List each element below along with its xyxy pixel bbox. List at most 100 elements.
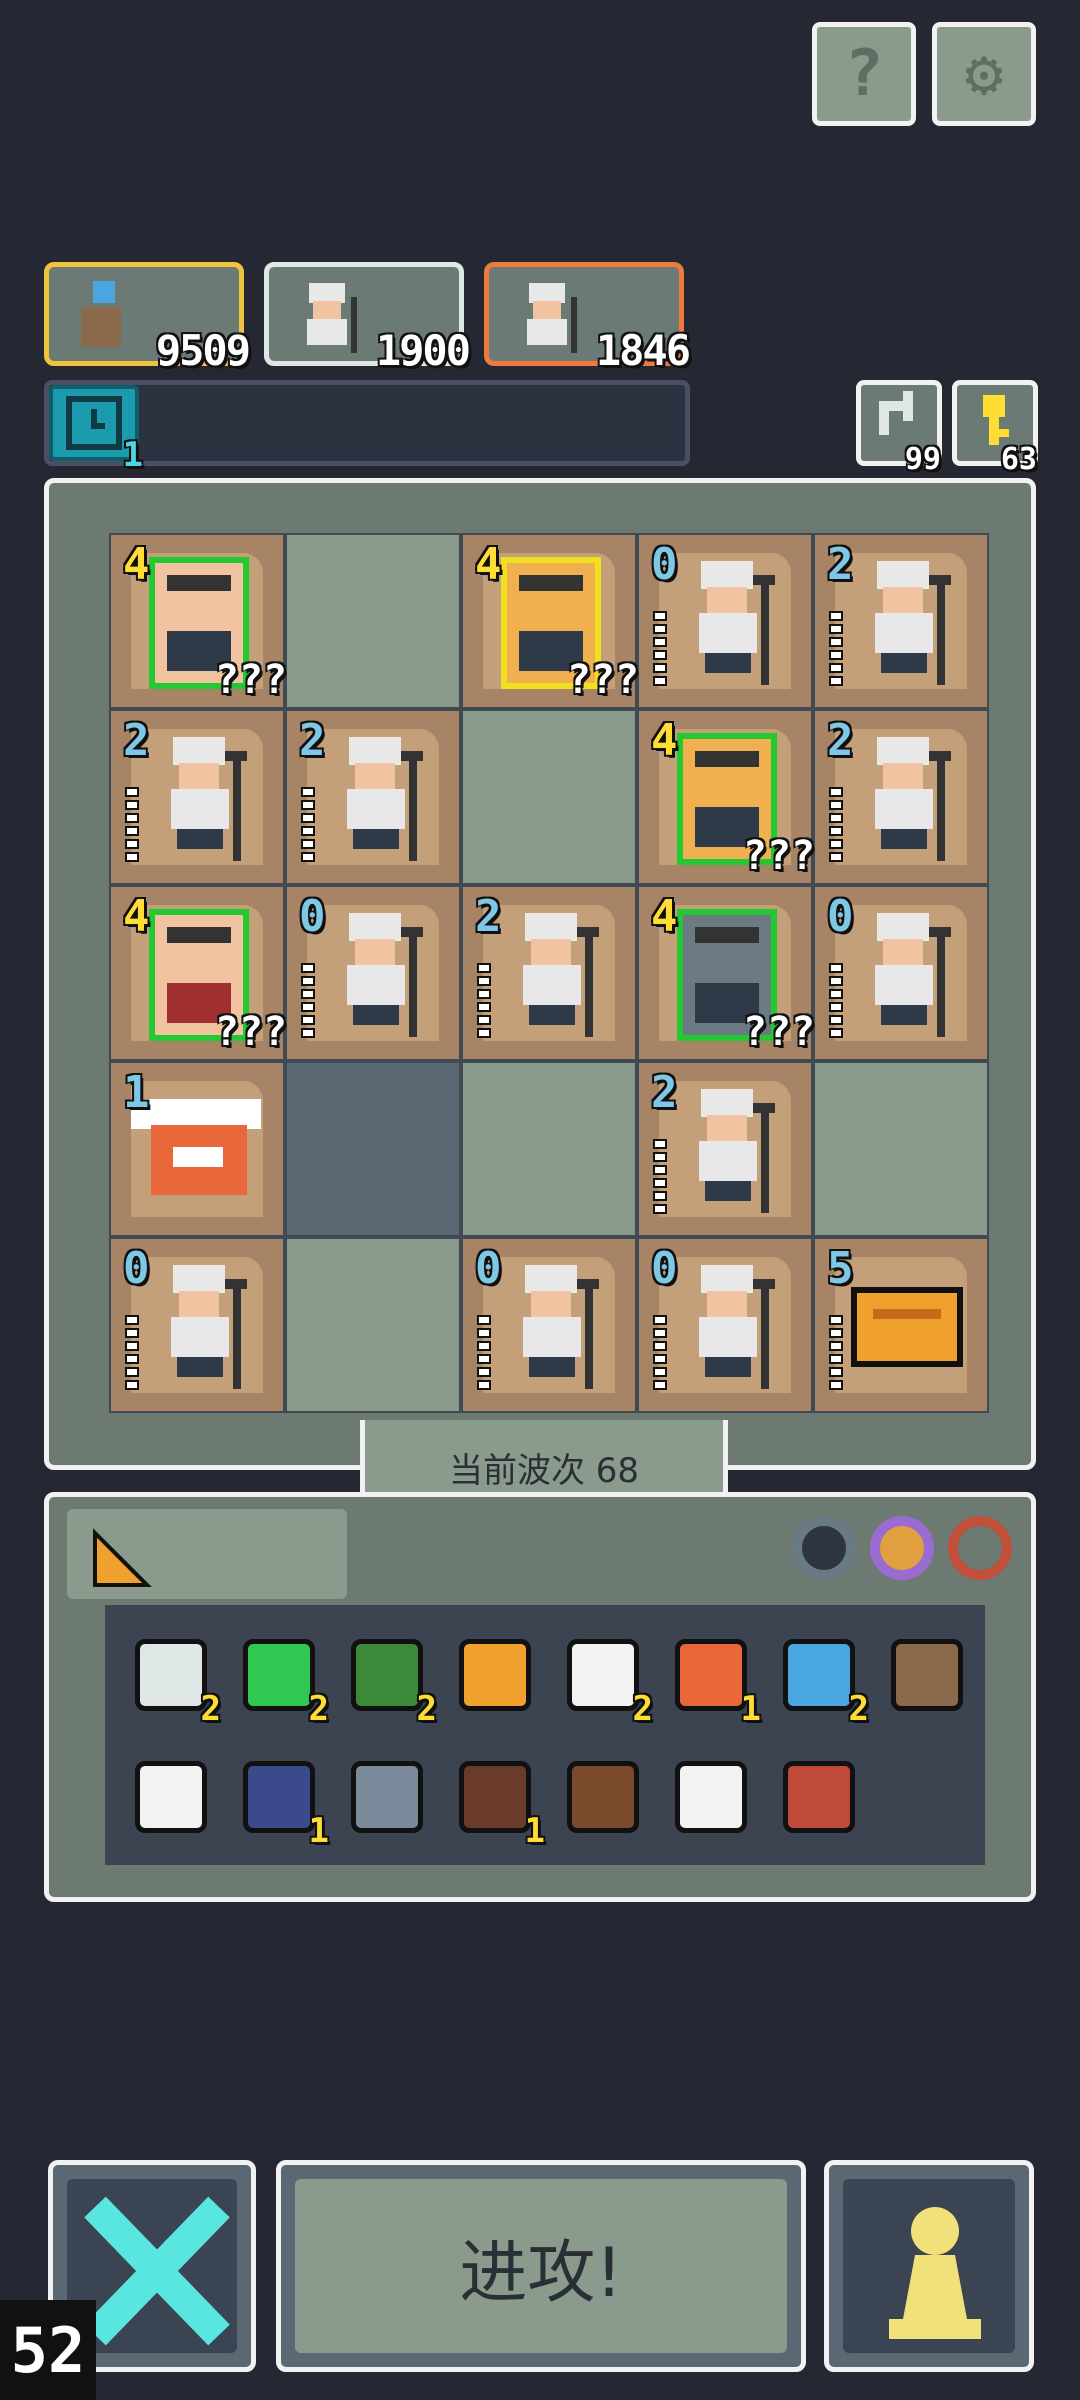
empty-cell[interactable] [463,1063,635,1235]
stack-bars [477,963,491,1038]
timer-icon[interactable]: 1 [49,385,143,475]
status-bar: 1 [44,380,690,475]
stack-bar [653,1152,667,1162]
unit-level: 0 [651,1243,678,1294]
hammer-icon[interactable]: 1 [445,1747,545,1851]
item-count: 2 [848,1689,869,1729]
item-count: 1 [308,1811,329,1851]
stack-bar [653,611,667,621]
stack-bar [829,1315,843,1325]
unit-cell-pirate[interactable]: 4??? [111,535,287,707]
item-count: 2 [200,1689,221,1729]
attack-button[interactable]: 进攻! [276,2160,806,2372]
hero-card-2[interactable]: 1900 [264,262,471,375]
unit-level: 2 [827,539,854,590]
unit-cell-golem[interactable]: 4??? [639,711,815,883]
armor-slot-icon[interactable] [792,1516,856,1580]
stack-bar [477,1367,491,1377]
unit-cell-sage[interactable]: 2 [639,1063,811,1235]
stack-bars [653,1139,667,1214]
stack-bars [125,787,139,862]
unit-cell-viking[interactable]: 4??? [111,887,287,1059]
settings-button[interactable]: ⚙ [932,22,1036,126]
empty-cell[interactable] [287,535,459,707]
unit-cell-sage[interactable]: 0 [463,1239,635,1411]
stack-bar [125,1367,139,1377]
refresh-button[interactable]: 99 [856,380,942,477]
cloud-icon[interactable]: 2 [553,1625,653,1729]
stack-bars [829,963,843,1038]
unit-cell-winged-beast[interactable]: 1 [111,1063,283,1235]
item-count: 2 [632,1689,653,1729]
unit-tile: 2 [815,711,987,883]
stack-bar [125,1341,139,1351]
unknown-stat: ??? [742,833,815,879]
ice-crystal-icon[interactable] [661,1747,761,1847]
unit-cell-sage[interactable]: 0 [815,887,987,1059]
crystal-icon[interactable]: 2 [769,1625,869,1729]
stack-bars [653,1315,667,1390]
stack-bar [829,989,843,999]
attack-label: 进攻! [459,2233,623,2313]
stack-bars [477,1315,491,1390]
unit-cell-sage[interactable]: 2 [815,535,987,707]
stack-bar [653,1367,667,1377]
stack-bar [829,1028,843,1038]
empty-cell[interactable] [287,1239,459,1411]
hero-value: 1900 [375,326,471,375]
amulet-slot-icon[interactable] [870,1516,934,1580]
potion-icon[interactable] [121,1747,221,1847]
unit-cell-sage[interactable]: 0 [639,1239,811,1411]
empty-cell[interactable] [287,1063,459,1235]
ring-slot-icon[interactable] [948,1516,1012,1580]
unit-cell-sage[interactable]: 2 [463,887,635,1059]
spiked-chest-icon[interactable] [553,1747,653,1847]
unit-cell-sage[interactable]: 2 [815,711,987,883]
stack-bar [301,787,315,797]
unit-cell-sage[interactable]: 0 [639,535,811,707]
unit-level: 0 [827,891,854,942]
unit-cell-armored-guard[interactable]: 4??? [639,887,815,1059]
emerald-icon[interactable]: 2 [229,1625,329,1729]
stack-bar [829,611,843,621]
unit-tile: 4??? [111,535,287,707]
empty-cell[interactable] [815,1063,987,1235]
lantern-icon[interactable] [769,1747,869,1847]
hero-value: 9509 [155,326,251,375]
sword-icon[interactable] [337,1747,437,1847]
stack-bar [829,1002,843,1012]
unit-cell-sage[interactable]: 2 [287,711,459,883]
hood-icon[interactable]: 2 [337,1625,437,1729]
unit-cell-golden-knight[interactable]: 4??? [463,535,639,707]
unit-tile: 0 [287,887,459,1059]
hero-card-1[interactable]: 9509 [44,262,251,375]
stack-bar [829,1380,843,1390]
item-swatch [675,1639,747,1711]
stack-bar [301,826,315,836]
key-button[interactable]: 63 [952,380,1038,477]
feather-pouch-icon[interactable] [877,1625,977,1725]
whip-icon[interactable]: 1 [661,1625,761,1729]
battle-board: 4??? 4??? 0 2 2 2 4??? 2 4??? 0 2 4??? 0 1 2 0 0 0 5 [44,478,1036,1470]
unit-cell-sage[interactable]: 0 [287,887,459,1059]
stack-bar [477,1354,491,1364]
unit-tile: 4??? [111,887,287,1059]
empty-cell[interactable] [463,711,635,883]
tower-icon[interactable]: 1 [229,1747,329,1851]
scroll-icon[interactable]: 2 [121,1625,221,1729]
key-count: 63 [1000,442,1037,477]
unit-cell-sage[interactable]: 2 [111,711,283,883]
stack-bar [125,852,139,862]
stack-bar [653,663,667,673]
unit-cell-treasure-pot[interactable]: 5 [815,1239,987,1411]
stack-bar [477,976,491,986]
unit-tile: 0 [111,1239,283,1411]
cookie-icon[interactable] [445,1625,545,1725]
unit-cell-sage[interactable]: 0 [111,1239,283,1411]
inventory-tab[interactable] [67,1509,347,1599]
unit-button[interactable] [824,2160,1034,2372]
hero-card-3[interactable]: 1846 [484,262,691,375]
stack-bar [477,1315,491,1325]
stack-bar [829,787,843,797]
help-button[interactable]: ? [812,22,916,126]
